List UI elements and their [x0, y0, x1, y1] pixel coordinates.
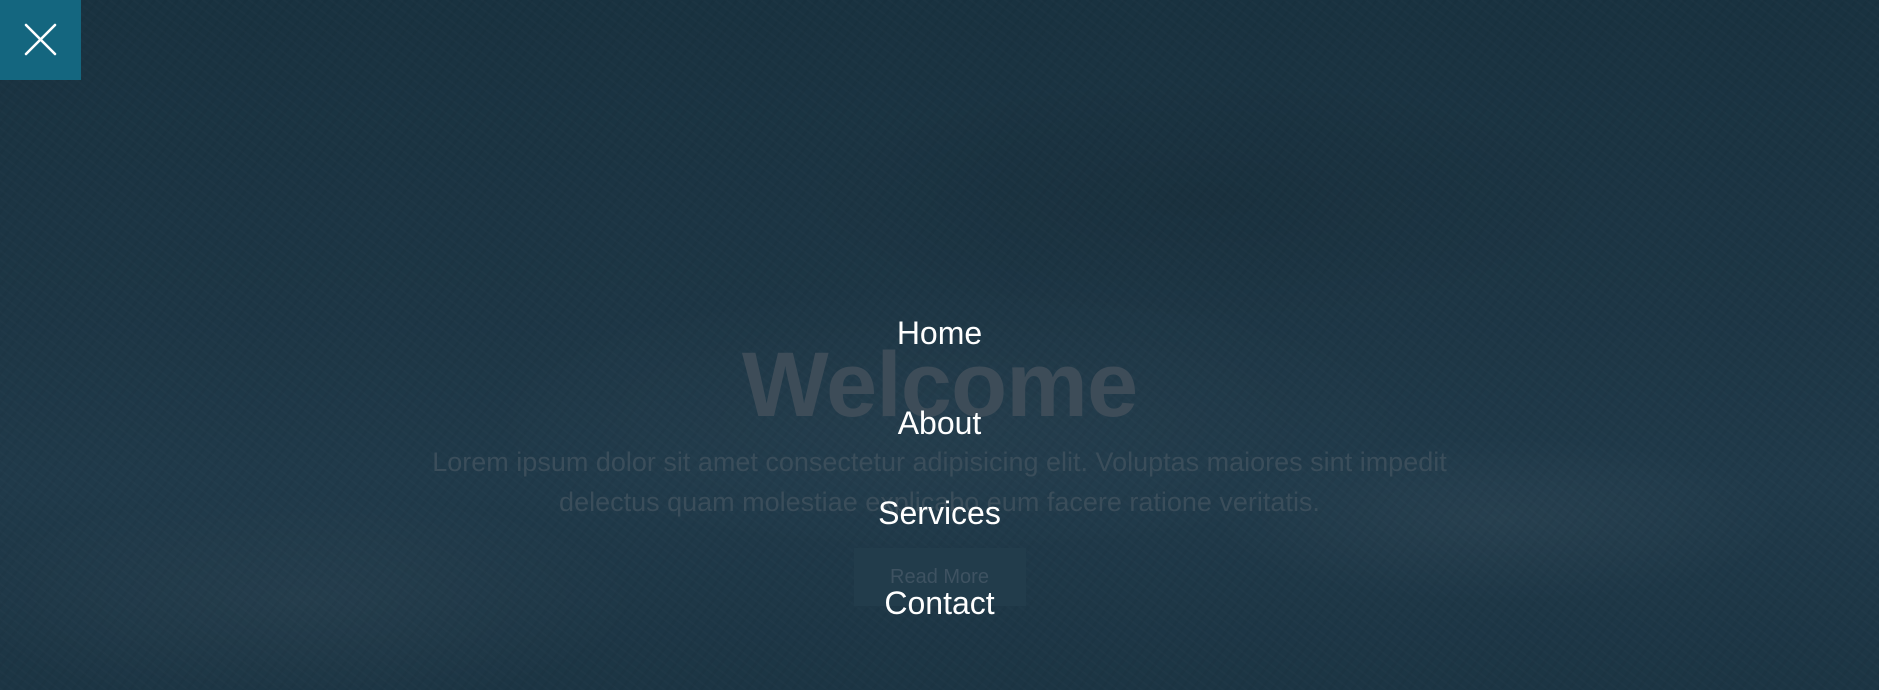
nav-link-contact[interactable]: Contact — [884, 578, 994, 628]
nav-item-contact: Contact — [0, 578, 1879, 668]
close-menu-button[interactable] — [0, 0, 81, 80]
menu-overlay: Home About Services Contact — [0, 0, 1879, 690]
nav-link-about[interactable]: About — [898, 398, 982, 448]
nav-item-services: Services — [0, 488, 1879, 578]
nav-item-home: Home — [0, 308, 1879, 398]
nav-link-home[interactable]: Home — [897, 308, 982, 358]
main-nav: Home About Services Contact — [0, 308, 1879, 668]
close-icon — [24, 23, 57, 56]
nav-link-services[interactable]: Services — [878, 488, 1001, 538]
nav-item-about: About — [0, 398, 1879, 488]
